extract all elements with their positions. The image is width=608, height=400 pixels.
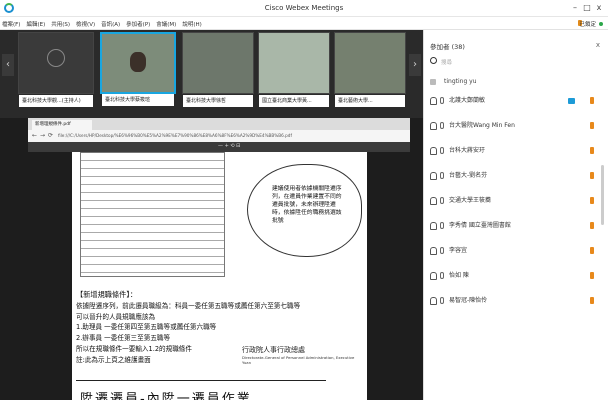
avatar-icon [430,247,437,255]
menu-meeting[interactable]: 會議(M) [156,20,176,28]
avatar-icon [430,197,437,205]
video-tile[interactable]: 臺北藝術大學... [334,32,406,107]
filmstrip-next-button[interactable]: › [409,54,421,76]
pdf-zoom-controls[interactable]: — + ⟲ ⊟ [218,143,240,149]
avatar-icon [430,272,437,280]
participant-item[interactable]: 李秀倩 國立臺灣圖書館 [430,220,600,232]
close-button[interactable]: x [594,3,604,12]
video-tile-caption: 臺北科技大學觀...(主持人) [19,95,93,107]
search-placeholder: 搜尋 [441,60,453,66]
minimize-button[interactable]: – [570,3,580,12]
video-tile-caption: 臺北科技大學徐哲 [183,95,253,107]
document-line: 1.助理員 一委任第四至第五職等或薦任第六職等 [76,323,217,332]
close-panel-icon[interactable]: x [596,41,600,49]
mic-icon[interactable] [440,247,444,254]
participants-scrollbar[interactable] [601,165,604,225]
avatar-icon [430,222,437,230]
video-tile[interactable]: 臺北科技大學觀...(主持人) [18,32,94,107]
pdf-toolbar: — + ⟲ ⊟ [28,142,410,152]
callout-text: 建議使用者依據機關陞遷序列，在遷員作業建置不同的遷員批號，未來辦理陞遷時，依據陞… [272,186,342,224]
document-line: 2.辦事員 一委任第三至第五職等 [76,334,171,343]
window-title: Cisco Webex Meetings [264,4,344,12]
video-tile-caption: 國立臺北商業大學黃... [259,95,329,107]
video-tile[interactable]: 國立臺北商業大學黃... [258,32,330,107]
participants-header[interactable]: 參加者 (38) [430,41,465,51]
mic-icon[interactable] [440,197,444,204]
avatar-icon [430,97,437,105]
status-icon [590,247,594,254]
video-tile-active[interactable]: 臺北科技大學蔡筱瑄 [100,32,176,106]
back-arrow-icon[interactable]: ← [32,132,37,139]
form-screenshot [80,152,225,277]
pdf-page: 建議使用者依據機關陞遷序列，在遷員作業建置不同的遷員批號，未來辦理陞遷時，依據陞… [72,152,367,400]
menu-file[interactable]: 檔案(F) [2,20,20,28]
status-icon [590,197,594,204]
avatar-icon [430,297,437,305]
seal-english: Directorate-General of Personnel Adminis… [242,355,355,365]
menu-help[interactable]: 說明(H) [182,20,201,28]
mic-icon[interactable] [440,122,444,129]
avatar-icon [430,147,437,155]
seal-name: 行政院人事行政總處 [242,346,305,354]
shared-content-stage: ‹ 臺北科技大學觀...(主持人) 臺北科技大學蔡筱瑄 臺北科技大學徐哲 國立臺… [0,30,423,400]
mic-icon[interactable] [440,297,444,304]
mic-icon[interactable] [440,272,444,279]
menu-bar: 檔案(F) 編輯(E) 共用(S) 檢視(V) 音訊(A) 參加者(P) 會議(… [0,17,608,30]
participant-item[interactable]: 怡如 陳 [430,270,600,282]
avatar-icon [430,172,437,180]
browser-window: 新增理規條件.pdf ← → ⟳ file:///C:/Users/HP/Des… [28,118,410,152]
forward-arrow-icon[interactable]: → [40,132,45,139]
status-dot-icon [599,22,603,26]
locked-status[interactable]: 已鎖定 [579,20,596,28]
video-tile-caption: 臺北藝術大學... [335,95,405,107]
title-bar: Cisco Webex Meetings – □ x [0,0,608,17]
menu-share[interactable]: 共用(S) [51,20,70,28]
browser-tab[interactable]: 新增理規條件.pdf [32,120,92,130]
participant-item[interactable]: 台大醫院Wang Min Fen [430,120,600,132]
search-icon [430,57,437,64]
mic-icon[interactable] [440,172,444,179]
status-icon [590,122,594,129]
callout-cloud: 建議使用者依據機關陞遷序列，在遷員作業建置不同的遷員批號，未來辦理陞遷時，依據陞… [247,164,362,257]
participant-search[interactable]: 搜尋 [430,56,590,68]
next-page-title: 陞遷遷員-內陞一遷員作業 [80,392,252,400]
avatar-icon [47,49,65,67]
mic-icon[interactable] [440,97,444,104]
status-icon [590,222,594,229]
document-heading: 【新增規職條件】： [76,290,138,299]
camera-icon [568,98,575,104]
participant-item[interactable]: 李容宜 [430,245,600,257]
document-line: 可以晉升的人員規職應該為 [76,312,156,321]
video-tile-caption: 臺北科技大學蔡筱瑄 [102,94,174,106]
participant-item[interactable]: 台藝大-劉名芬 [430,170,600,182]
participant-item[interactable]: 交通大學王筱蕎 [430,195,600,207]
participant-item[interactable]: 台科大蔣安玗 [430,145,600,157]
mic-icon[interactable] [440,147,444,154]
status-icon [590,172,594,179]
maximize-button[interactable]: □ [582,3,592,12]
status-icon [590,297,594,304]
status-icon [590,147,594,154]
status-icon [590,97,594,104]
participant-first[interactable]: tingting yu [430,78,477,85]
participant-item[interactable]: 易智冠-陳怡伶 [430,295,600,307]
participants-panel: 參加者 (38) x 搜尋 tingting yu 北護大鄭蘭敏 台大醫院Wan… [423,30,608,400]
participant-item[interactable]: 北護大鄭蘭敏 [430,95,600,107]
menu-view[interactable]: 檢視(V) [76,20,95,28]
menu-edit[interactable]: 編輯(E) [26,20,45,28]
video-tile[interactable]: 臺北科技大學徐哲 [182,32,254,107]
document-line: 依據陞遷序列，前此遷員職級為：科員一委任第五職等或薦任第六至第七職等 [76,301,301,310]
avatar-icon [430,122,437,130]
filmstrip-prev-button[interactable]: ‹ [2,54,14,76]
agency-seal: 行政院人事行政總處 Directorate-General of Personn… [242,345,362,365]
refresh-icon[interactable]: ⟳ [48,132,53,139]
menu-audio[interactable]: 音訊(A) [101,20,120,28]
mic-icon[interactable] [440,222,444,229]
video-filmstrip: ‹ 臺北科技大學觀...(主持人) 臺北科技大學蔡筱瑄 臺北科技大學徐哲 國立臺… [0,30,423,118]
phone-icon [430,78,436,85]
address-bar[interactable]: file:///C:/Users/HP/Desktop/%E6%96%B0%E5… [58,133,292,138]
menu-participants[interactable]: 參加者(P) [126,20,150,28]
status-icon [590,272,594,279]
